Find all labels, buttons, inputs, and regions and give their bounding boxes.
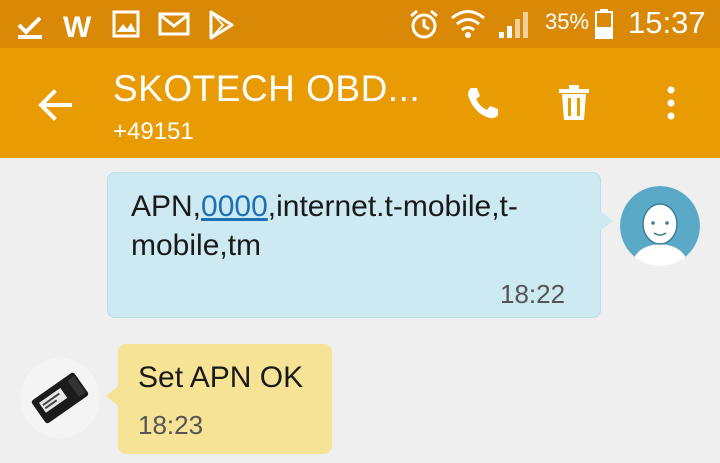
conversation-title: SKOTECH OBD...: [113, 68, 421, 109]
message-text: APN,0000,internet.t-mobile,t-mobile,tm: [131, 187, 571, 265]
conversation-phone-number: +49151: [113, 118, 194, 145]
wifi-icon: [451, 10, 485, 38]
alarm-icon: [410, 9, 438, 39]
phone-icon[interactable]: [457, 78, 507, 128]
email-icon: [158, 12, 190, 36]
word-app-icon: W: [63, 11, 92, 40]
trash-icon[interactable]: [549, 78, 599, 128]
message-text: Set APN OK: [138, 361, 304, 394]
play-store-icon: [209, 10, 234, 40]
obd-device-avatar-icon: [20, 358, 100, 438]
sender-avatar[interactable]: [20, 358, 100, 438]
incoming-message-bubble[interactable]: Set APN OK 18:23: [106, 344, 332, 454]
outgoing-message-bubble[interactable]: APN,0000,internet.t-mobile,t-mobile,tm 1…: [107, 172, 613, 318]
message-timestamp: 18:23: [138, 410, 204, 440]
message-timestamp: 18:22: [500, 279, 566, 309]
message-text-prefix: APN,: [131, 190, 202, 223]
message-link[interactable]: 0000: [201, 190, 268, 223]
download-done-icon: [17, 16, 42, 39]
clock: 15:37: [628, 5, 706, 40]
default-contact-avatar-icon: [620, 186, 700, 266]
svg-text:W: W: [63, 11, 92, 40]
battery-percent: 35%: [545, 9, 590, 34]
status-bar: W 35% 15:37: [0, 0, 720, 48]
contact-avatar[interactable]: [620, 186, 700, 266]
back-arrow-icon[interactable]: [30, 80, 80, 130]
signal-icon: [499, 12, 528, 38]
overflow-menu-icon[interactable]: [646, 78, 696, 128]
gallery-icon: [112, 10, 140, 38]
app-bar: SKOTECH OBD... +49151: [0, 48, 720, 158]
battery-icon: [595, 9, 613, 39]
